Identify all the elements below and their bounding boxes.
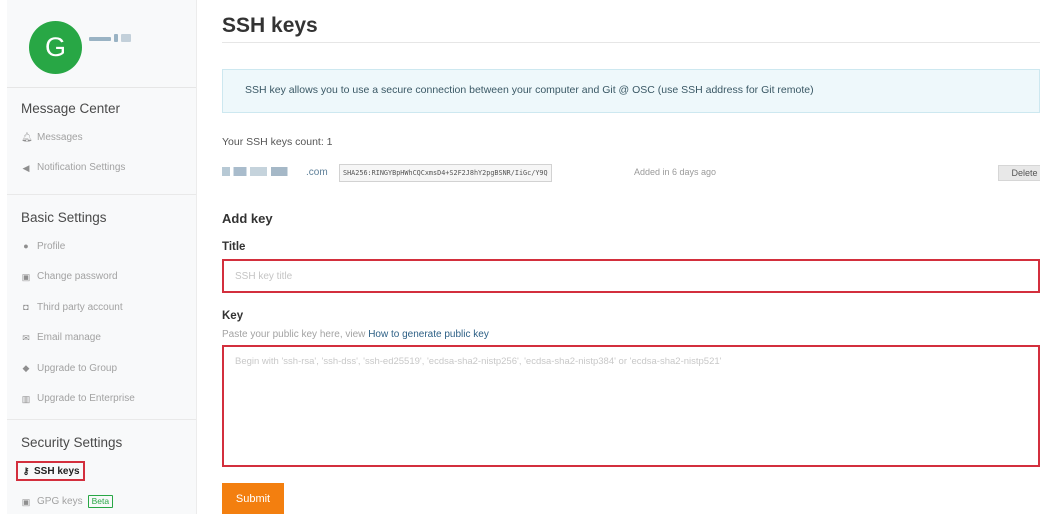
page-title: SSH keys bbox=[222, 14, 318, 37]
section-title-basic-settings: Basic Settings bbox=[21, 210, 107, 225]
sidebar: G Message Center 🔔︎ Messages ◀ Notificat… bbox=[7, 0, 197, 514]
divider bbox=[222, 42, 1040, 43]
how-to-generate-key-link[interactable]: How to generate public key bbox=[368, 329, 489, 340]
ssh-keys-count: Your SSH keys count: 1 bbox=[222, 136, 333, 148]
sidebar-item-notification-settings[interactable]: ◀ Notification Settings bbox=[7, 153, 196, 184]
ssh-key-row: .com SHA256:RINGYBpHWhCQCxmsD4+S2F2J8hY2… bbox=[222, 164, 1040, 184]
key-textarea[interactable] bbox=[222, 345, 1040, 467]
key-email-suffix: .com bbox=[306, 167, 328, 178]
sidebar-item-label: Notification Settings bbox=[37, 162, 126, 174]
user-card: G bbox=[7, 0, 196, 88]
sidebar-item-label: Change password bbox=[37, 271, 118, 283]
main-content: SSH keys SSH key allows you to use a sec… bbox=[222, 0, 1040, 514]
sidebar-item-label: Upgrade to Group bbox=[37, 362, 118, 374]
sidebar-item-label: Email manage bbox=[37, 332, 101, 344]
key-icon: ⚷ bbox=[22, 466, 30, 477]
security-settings-section: Security Settings ⚷ SSH keys ▣ GPG keys … bbox=[7, 420, 196, 514]
sidebar-item-ssh-keys[interactable]: ⚷ SSH keys bbox=[7, 456, 196, 487]
avatar[interactable]: G bbox=[29, 21, 82, 74]
lock-icon: ▣ bbox=[21, 496, 31, 507]
envelope-icon: ✉ bbox=[22, 332, 30, 343]
sidebar-item-label: Profile bbox=[37, 240, 66, 252]
group-icon: ◆ bbox=[22, 363, 30, 374]
sidebar-item-messages[interactable]: 🔔︎ Messages bbox=[7, 122, 196, 153]
sidebar-item-third-party-account[interactable]: ◘ Third party account bbox=[7, 292, 196, 323]
lock-icon: ▣ bbox=[21, 271, 31, 282]
sidebar-item-label: SSH keys bbox=[34, 465, 80, 477]
sidebar-item-label: Upgrade to Enterprise bbox=[37, 393, 135, 405]
key-fingerprint: SHA256:RINGYBpHWhCQCxmsD4+S2F2J8hY2pgBSN… bbox=[339, 164, 552, 182]
key-added-time: Added in 6 days ago bbox=[634, 167, 717, 177]
sidebar-item-upgrade-to-group[interactable]: ◆ Upgrade to Group bbox=[7, 353, 196, 384]
submit-button[interactable]: Submit bbox=[222, 483, 284, 514]
megaphone-icon: ◀ bbox=[22, 162, 30, 173]
message-center-section: Message Center 🔔︎ Messages ◀ Notificatio… bbox=[7, 88, 196, 195]
redacted-email bbox=[222, 167, 304, 176]
title-input[interactable] bbox=[222, 259, 1040, 293]
key-hint: Paste your public key here, view How to … bbox=[222, 329, 489, 340]
key-label: Key bbox=[222, 310, 244, 322]
delete-key-button[interactable]: Delete bbox=[998, 165, 1040, 181]
beta-badge: Beta bbox=[87, 495, 114, 509]
add-key-heading: Add key bbox=[222, 211, 273, 226]
section-title-security-settings: Security Settings bbox=[21, 435, 123, 450]
sidebar-item-email-manage[interactable]: ✉ Email manage bbox=[7, 323, 196, 354]
sidebar-item-label: Messages bbox=[37, 131, 83, 143]
sidebar-item-label: Third party account bbox=[37, 301, 123, 313]
info-banner: SSH key allows you to use a secure conne… bbox=[222, 69, 1040, 113]
username-redacted bbox=[89, 34, 135, 44]
sidebar-item-profile[interactable]: ● Profile bbox=[7, 231, 196, 262]
user-icon: ● bbox=[23, 241, 29, 252]
bell-icon: 🔔︎ bbox=[21, 132, 33, 143]
sidebar-item-gpg-keys[interactable]: ▣ GPG keys Beta bbox=[7, 487, 196, 514]
sidebar-item-change-password[interactable]: ▣ Change password bbox=[7, 262, 196, 293]
sidebar-item-upgrade-to-enterprise[interactable]: ▥ Upgrade to Enterprise bbox=[7, 384, 196, 415]
basic-settings-section: Basic Settings ● Profile ▣ Change passwo… bbox=[7, 195, 196, 420]
key-hint-text: Paste your public key here, view bbox=[222, 329, 366, 340]
building-icon: ▥ bbox=[21, 393, 31, 404]
key-email: .com bbox=[222, 167, 328, 178]
id-card-icon: ◘ bbox=[23, 302, 29, 313]
ssh-keys-highlight[interactable]: ⚷ SSH keys bbox=[16, 461, 85, 482]
title-label: Title bbox=[222, 241, 246, 253]
section-title-message-center: Message Center bbox=[21, 101, 121, 116]
sidebar-item-label: GPG keys bbox=[37, 496, 83, 508]
